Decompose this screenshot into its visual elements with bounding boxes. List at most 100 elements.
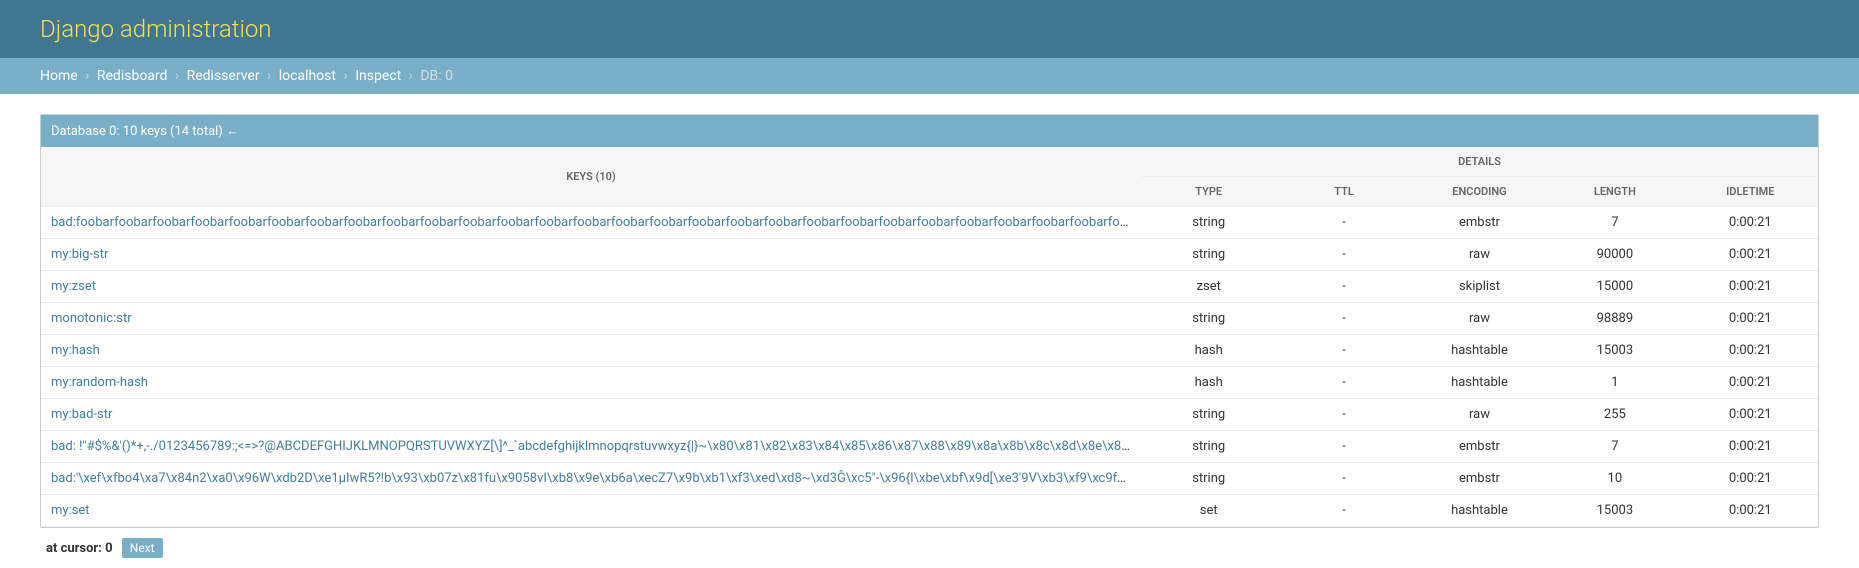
key-link[interactable]: my:set [51,503,90,518]
idletime-cell: 0:00:21 [1683,367,1818,399]
table-row: bad:foobarfoobarfoobarfoobarfoobarfoobar… [41,207,1818,239]
th-length: LENGTH [1547,177,1682,207]
encoding-cell: raw [1412,239,1547,271]
key-link[interactable]: bad:'\xef\xfbo4\xa7\x84n2\xa0\x96W\xdb2D… [51,471,1141,486]
length-cell: 7 [1547,207,1682,239]
th-type: TYPE [1141,177,1276,207]
key-link[interactable]: bad: !"#$%&'()*+,-./0123456789:;<=>?@ABC… [51,439,1141,454]
cursor-label: at cursor: 0 [46,541,113,556]
breadcrumb-redisboard[interactable]: Redisboard [97,68,168,84]
ttl-cell: - [1276,303,1411,335]
length-cell: 15000 [1547,271,1682,303]
breadcrumb-sep: › [267,68,271,84]
breadcrumb-localhost[interactable]: localhost [279,68,336,84]
length-cell: 7 [1547,431,1682,463]
key-link[interactable]: my:random-hash [51,375,148,390]
ttl-cell: - [1276,431,1411,463]
th-keys: KEYS (10) [41,147,1141,207]
th-ttl: TTL [1276,177,1411,207]
ttl-cell: - [1276,207,1411,239]
key-cell: my:set [41,495,1141,527]
table-row: my:setset-hashtable150030:00:21 [41,495,1818,527]
next-button[interactable]: Next [122,538,163,558]
table-row: my:bad-str string-raw2550:00:21 [41,399,1818,431]
idletime-cell: 0:00:21 [1683,335,1818,367]
back-arrow-link[interactable]: ← [226,124,239,139]
key-cell: my:hash [41,335,1141,367]
key-link[interactable]: monotonic:str [51,311,132,326]
app-header: Django administration [0,0,1859,58]
length-cell: 98889 [1547,303,1682,335]
ttl-cell: - [1276,463,1411,495]
type-cell: string [1141,463,1276,495]
type-cell: string [1141,431,1276,463]
type-cell: string [1141,207,1276,239]
idletime-cell: 0:00:21 [1683,463,1818,495]
length-cell: 15003 [1547,335,1682,367]
key-link[interactable]: my:big-str [51,247,108,262]
idletime-cell: 0:00:21 [1683,399,1818,431]
breadcrumb-sep: › [85,68,89,84]
length-cell: 15003 [1547,495,1682,527]
length-cell: 255 [1547,399,1682,431]
idletime-cell: 0:00:21 [1683,303,1818,335]
table-row: bad: !"#$%&'()*+,-./0123456789:;<=>?@ABC… [41,431,1818,463]
idletime-cell: 0:00:21 [1683,431,1818,463]
encoding-cell: embstr [1412,463,1547,495]
table-row: bad:'\xef\xfbo4\xa7\x84n2\xa0\x96W\xdb2D… [41,463,1818,495]
length-cell: 90000 [1547,239,1682,271]
type-cell: string [1141,303,1276,335]
key-cell: my:zset [41,271,1141,303]
ttl-cell: - [1276,239,1411,271]
table-row: monotonic:str string-raw988890:00:21 [41,303,1818,335]
app-title: Django administration [40,15,1819,43]
type-cell: hash [1141,367,1276,399]
idletime-cell: 0:00:21 [1683,207,1818,239]
encoding-cell: hashtable [1412,367,1547,399]
encoding-cell: embstr [1412,207,1547,239]
idletime-cell: 0:00:21 [1683,271,1818,303]
encoding-cell: skiplist [1412,271,1547,303]
breadcrumb-home[interactable]: Home [40,68,78,84]
key-link[interactable]: my:bad-str [51,407,112,422]
encoding-cell: raw [1412,399,1547,431]
key-link[interactable]: my:hash [51,343,100,358]
encoding-cell: raw [1412,303,1547,335]
module: Database 0: 10 keys (14 total) ← KEYS (1… [40,114,1819,528]
type-cell: string [1141,239,1276,271]
key-link[interactable]: my:zset [51,279,96,294]
keys-table: KEYS (10) DETAILS TYPE TTL ENCODING LENG… [41,147,1818,527]
key-cell: bad: !"#$%&'()*+,-./0123456789:;<=>?@ABC… [41,431,1141,463]
module-title: Database 0: 10 keys (14 total) [51,124,223,139]
ttl-cell: - [1276,335,1411,367]
encoding-cell: hashtable [1412,335,1547,367]
key-cell: bad:foobarfoobarfoobarfoobarfoobarfoobar… [41,207,1141,239]
key-cell: monotonic:str [41,303,1141,335]
breadcrumb-inspect[interactable]: Inspect [355,68,401,84]
key-cell: bad:'\xef\xfbo4\xa7\x84n2\xa0\x96W\xdb2D… [41,463,1141,495]
ttl-cell: - [1276,367,1411,399]
key-cell: my:bad-str [41,399,1141,431]
length-cell: 1 [1547,367,1682,399]
breadcrumb-redisserver[interactable]: Redisserver [187,68,260,84]
ttl-cell: - [1276,399,1411,431]
key-link[interactable]: bad:foobarfoobarfoobarfoobarfoobarfoobar… [51,215,1141,230]
pagination: at cursor: 0 Next [40,528,1819,558]
table-row: my:random-hash hash-hashtable10:00:21 [41,367,1818,399]
th-details: DETAILS [1141,147,1818,177]
key-cell: my:random-hash [41,367,1141,399]
table-row: my:zsetzset-skiplist150000:00:21 [41,271,1818,303]
table-row: my:big-str string-raw900000:00:21 [41,239,1818,271]
ttl-cell: - [1276,271,1411,303]
encoding-cell: hashtable [1412,495,1547,527]
encoding-cell: embstr [1412,431,1547,463]
breadcrumb: Home › Redisboard › Redisserver › localh… [0,58,1859,94]
idletime-cell: 0:00:21 [1683,239,1818,271]
key-cell: my:big-str [41,239,1141,271]
type-cell: string [1141,399,1276,431]
th-encoding: ENCODING [1412,177,1547,207]
breadcrumb-sep: › [175,68,179,84]
table-row: my:hashhash-hashtable150030:00:21 [41,335,1818,367]
breadcrumb-sep: › [343,68,347,84]
idletime-cell: 0:00:21 [1683,495,1818,527]
